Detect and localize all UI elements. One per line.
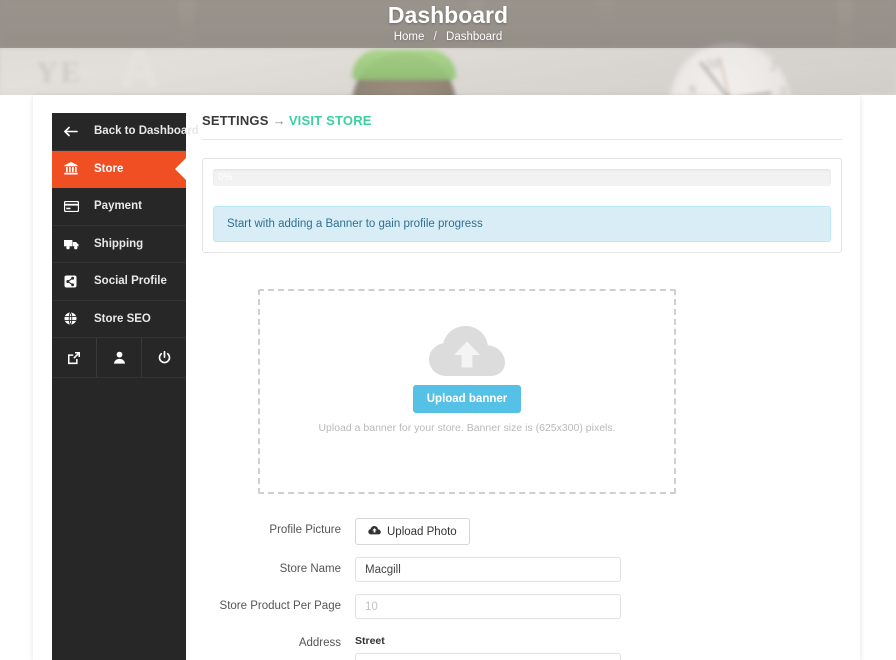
content-card: Back to Dashboard Store Payment Shipping… [33, 95, 860, 660]
profile-progress-bar: 0% [213, 169, 831, 186]
share-icon [64, 275, 86, 288]
arrow-right-glyph: → [272, 113, 286, 128]
sidebar-item-label: Payment [94, 200, 142, 213]
form-row-store-name: Store Name [202, 557, 842, 582]
progress-alert: Start with adding a Banner to gain profi… [213, 206, 831, 242]
sidebar-item-label: Back to Dashboard [94, 125, 199, 138]
banner-dropzone[interactable]: Upload banner Upload a banner for your s… [258, 289, 676, 494]
visit-store-link[interactable]: VISIT STORE [289, 113, 372, 128]
globe-icon [64, 312, 86, 325]
settings-main: SETTINGS → VISIT STORE 0% Start with addin… [202, 113, 842, 660]
upload-photo-button[interactable]: Upload Photo [355, 518, 470, 545]
progress-percent-label: 0% [218, 172, 233, 183]
form-row-address: Address Street Street 2 [202, 631, 842, 660]
external-link-icon[interactable] [52, 338, 96, 377]
street-input[interactable] [355, 653, 621, 660]
store-settings-form: Profile Picture Upload Photo Store Name … [202, 518, 842, 660]
page-title: Dashboard [387, 2, 509, 28]
sidebar-item-store[interactable]: Store [52, 150, 186, 188]
address-label: Address [298, 637, 341, 649]
profile-progress-panel: 0% Start with adding a Banner to gain pr… [202, 158, 842, 253]
store-name-label: Store Name [279, 563, 341, 575]
upload-banner-button[interactable]: Upload banner [412, 385, 522, 413]
settings-header: SETTINGS → VISIT STORE [202, 113, 842, 140]
profile-picture-label: Profile Picture [269, 524, 341, 536]
bank-icon [64, 162, 86, 175]
settings-sidebar: Back to Dashboard Store Payment Shipping… [52, 113, 199, 660]
sidebar-item-social-profile[interactable]: Social Profile [52, 263, 186, 301]
settings-title: SETTINGS [202, 113, 269, 128]
user-icon[interactable] [96, 338, 141, 377]
cloud-upload-icon [368, 525, 381, 538]
truck-icon [64, 238, 86, 250]
breadcrumb-current: Dashboard [446, 31, 503, 43]
sidebar-item-store-seo[interactable]: Store SEO [52, 301, 186, 338]
form-row-profile-picture: Profile Picture Upload Photo [202, 518, 842, 545]
street-sub-label: Street [355, 635, 385, 647]
sidebar-item-shipping[interactable]: Shipping [52, 226, 186, 263]
upload-photo-button-label: Upload Photo [387, 525, 457, 538]
page-header: YE A 10 2 9 3 8 4 Dashboard Home / Dashb… [0, 0, 896, 95]
store-product-per-page-input[interactable] [355, 594, 621, 619]
sidebar-item-back-to-dashboard[interactable]: Back to Dashboard [52, 113, 199, 151]
progress-alert-text: Start with adding a Banner to gain profi… [227, 218, 483, 230]
sidebar-item-label: Shipping [94, 237, 144, 250]
form-row-store-product-per-page: Store Product Per Page [202, 594, 842, 619]
cloud-upload-icon [424, 319, 510, 381]
store-product-per-page-label: Store Product Per Page [219, 600, 341, 612]
power-off-icon[interactable] [141, 338, 186, 377]
breadcrumb: Home / Dashboard [0, 31, 896, 43]
sidebar-item-label: Social Profile [94, 275, 167, 288]
banner-hint-text: Upload a banner for your store. Banner s… [318, 422, 616, 434]
arrow-left-icon [64, 126, 86, 137]
breadcrumb-separator: / [433, 31, 437, 43]
sidebar-item-payment[interactable]: Payment [52, 188, 186, 226]
sidebar-item-label: Store SEO [94, 312, 151, 325]
sidebar-tool-row [52, 338, 186, 378]
store-name-input[interactable] [355, 557, 621, 582]
credit-card-icon [64, 200, 86, 212]
sidebar-item-label: Store [94, 162, 124, 175]
breadcrumb-home-link[interactable]: Home [394, 31, 425, 43]
header-overlay-bottom [0, 48, 896, 95]
page-root: YE A 10 2 9 3 8 4 Dashboard Home / Dashb… [0, 0, 896, 660]
